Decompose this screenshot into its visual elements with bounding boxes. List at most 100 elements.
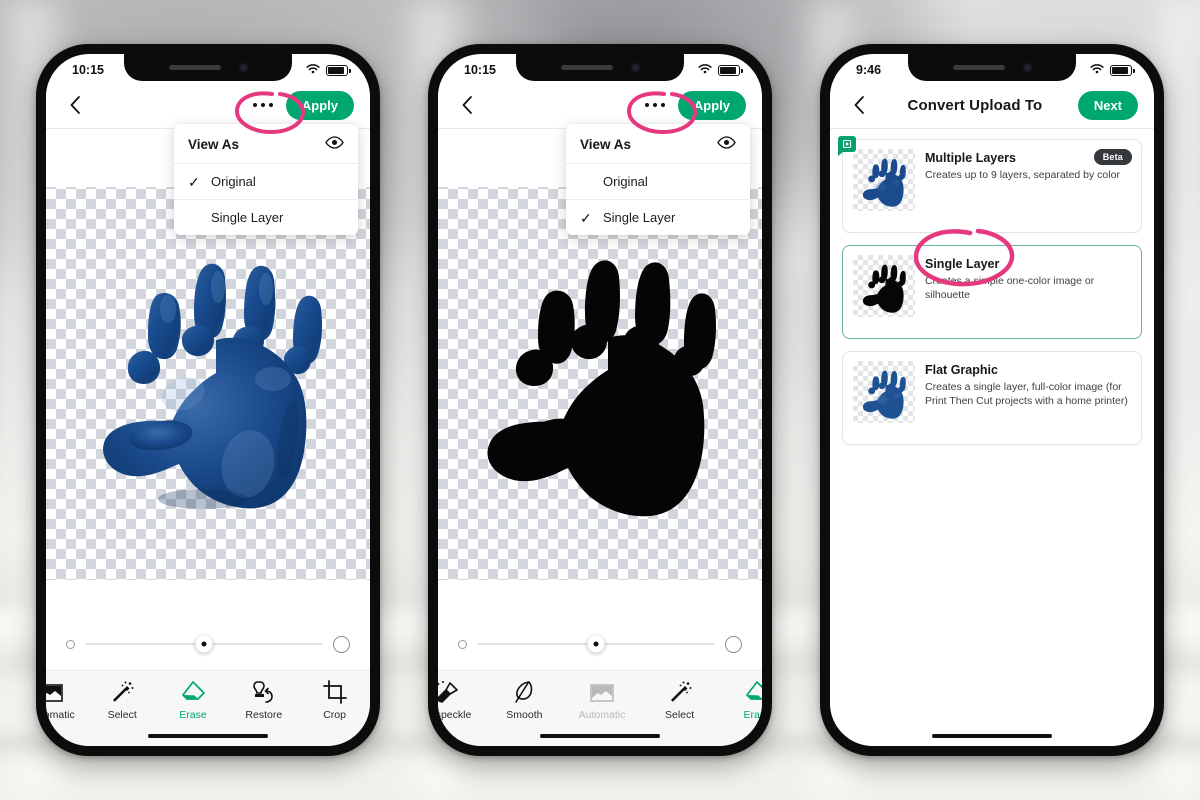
- large-circle-icon: [333, 635, 350, 653]
- green-tag-icon: [838, 136, 856, 156]
- status-indicators: [305, 63, 351, 78]
- wifi-icon: [697, 63, 713, 78]
- check-icon: ✓: [188, 173, 200, 190]
- eraser-icon: [744, 678, 762, 704]
- option-description: Creates a simple one-color image or silh…: [925, 275, 1095, 302]
- chevron-left-icon[interactable]: [846, 92, 872, 118]
- black-handprint-silhouette-artwork: [465, 209, 735, 539]
- tool-label: Erase: [743, 709, 762, 721]
- check-icon: ✓: [580, 209, 592, 226]
- battery-icon: [718, 64, 743, 76]
- status-indicators: [1089, 63, 1135, 78]
- menu-item-label: Original: [603, 174, 648, 189]
- option-description: Creates a single layer, full-color image…: [925, 381, 1128, 408]
- small-circle-icon: [458, 639, 467, 649]
- tool-automatic[interactable]: Automatic: [46, 678, 87, 721]
- option-card-single-layer[interactable]: Single Layer Creates a simple one-color …: [842, 245, 1142, 339]
- phone-screen: 10:15 Apply: [438, 54, 762, 746]
- tool-despeckle[interactable]: Despeckle: [438, 678, 486, 721]
- menu-header-label: View As: [580, 136, 632, 152]
- option-title: Flat Graphic: [925, 363, 998, 377]
- nav-bar: Convert Upload To Next: [830, 82, 1154, 128]
- nav-bar: Apply: [46, 82, 370, 128]
- view-as-menu[interactable]: View As Original ✓ Single Layer: [566, 124, 750, 235]
- menu-header-label: View As: [188, 136, 240, 152]
- canvas-bottom-padding: [46, 580, 370, 618]
- canvas-bottom-padding: [438, 580, 762, 618]
- option-card-multiple-layers[interactable]: Multiple Layers Creates up to 9 layers, …: [838, 136, 1142, 233]
- menu-item-single-layer[interactable]: ✓ Single Layer: [566, 200, 750, 235]
- menu-item-label: Single Layer: [603, 210, 676, 225]
- tool-label: Automatic: [46, 709, 75, 721]
- slider-knob[interactable]: [195, 635, 213, 653]
- restore-icon: [251, 678, 277, 704]
- thumbnail-black-handprint: [853, 255, 915, 317]
- chevron-left-icon[interactable]: [454, 92, 480, 118]
- apply-button[interactable]: Apply: [677, 90, 746, 120]
- front-camera-icon: [1022, 63, 1032, 72]
- thumbnail-blue-handprint: [853, 361, 915, 423]
- automatic-icon: [46, 678, 64, 704]
- tool-smooth[interactable]: Smooth: [486, 678, 564, 721]
- automatic-icon: [590, 678, 614, 704]
- menu-header: View As: [174, 124, 358, 164]
- tool-select[interactable]: Select: [87, 678, 158, 721]
- wifi-icon: [1089, 63, 1105, 78]
- tool-label: Despeckle: [438, 709, 472, 721]
- apply-button[interactable]: Apply: [285, 90, 354, 120]
- menu-header: View As: [566, 124, 750, 164]
- brush-size-slider[interactable]: [438, 618, 762, 670]
- notch: [516, 54, 684, 81]
- tool-restore[interactable]: Restore: [228, 678, 299, 721]
- notch: [908, 54, 1076, 81]
- home-indicator: [540, 733, 660, 738]
- menu-item-label: Single Layer: [211, 210, 284, 225]
- blue-handprint-artwork: [73, 209, 343, 539]
- notch: [124, 54, 292, 81]
- eraser-icon: [180, 678, 206, 704]
- front-camera-icon: [238, 63, 248, 72]
- status-time: 10:15: [72, 63, 104, 77]
- slider-track[interactable]: [85, 635, 323, 653]
- tool-erase[interactable]: Erase: [158, 678, 229, 721]
- page-title: Convert Upload To: [907, 96, 1043, 114]
- menu-item-single-layer[interactable]: Single Layer: [174, 200, 358, 235]
- tool-select[interactable]: Select: [641, 678, 719, 721]
- slider-knob[interactable]: [587, 635, 605, 653]
- eye-icon[interactable]: [717, 136, 736, 152]
- menu-item-original[interactable]: Original: [566, 164, 750, 200]
- menu-item-original[interactable]: ✓ Original: [174, 164, 358, 200]
- more-options-icon[interactable]: [638, 93, 672, 117]
- feather-icon: [513, 678, 535, 704]
- tool-automatic[interactable]: Automatic: [563, 678, 641, 721]
- phone-screen: 9:46 Convert Upload To Next Multiple Lay…: [830, 54, 1154, 746]
- more-options-icon[interactable]: [246, 93, 280, 117]
- view-as-menu[interactable]: View As ✓ Original Single Layer: [174, 124, 358, 235]
- option-text: Single Layer Creates a simple one-color …: [925, 255, 1131, 302]
- slider-track[interactable]: [477, 635, 715, 653]
- tool-label: Select: [664, 709, 695, 721]
- large-circle-icon: [725, 635, 742, 653]
- tool-label: Restore: [245, 709, 283, 721]
- tool-label: Smooth: [506, 709, 543, 721]
- tool-label: Crop: [323, 709, 346, 721]
- crop-icon: [322, 678, 347, 704]
- wifi-icon: [305, 63, 321, 78]
- front-camera-icon: [630, 63, 640, 72]
- option-card-flat-graphic[interactable]: Flat Graphic Creates a single layer, ful…: [842, 351, 1142, 445]
- menu-item-label: Original: [211, 174, 256, 189]
- tool-label: Select: [107, 709, 137, 721]
- tool-erase[interactable]: Erase: [718, 678, 762, 721]
- eye-icon[interactable]: [325, 136, 344, 152]
- phone-single-layer: 10:15 Apply View As Original ✓ Single La…: [425, 41, 775, 759]
- option-text: Flat Graphic Creates a single layer, ful…: [925, 361, 1131, 408]
- battery-icon: [326, 64, 351, 76]
- speaker-grille: [560, 65, 613, 70]
- chevron-left-icon[interactable]: [62, 92, 88, 118]
- next-button[interactable]: Next: [1077, 90, 1138, 120]
- despeckle-icon: [438, 678, 460, 704]
- tool-label: Automatic: [578, 709, 626, 721]
- nav-divider: [830, 128, 1154, 129]
- tool-crop[interactable]: Crop: [299, 678, 370, 721]
- brush-size-slider[interactable]: [46, 618, 370, 670]
